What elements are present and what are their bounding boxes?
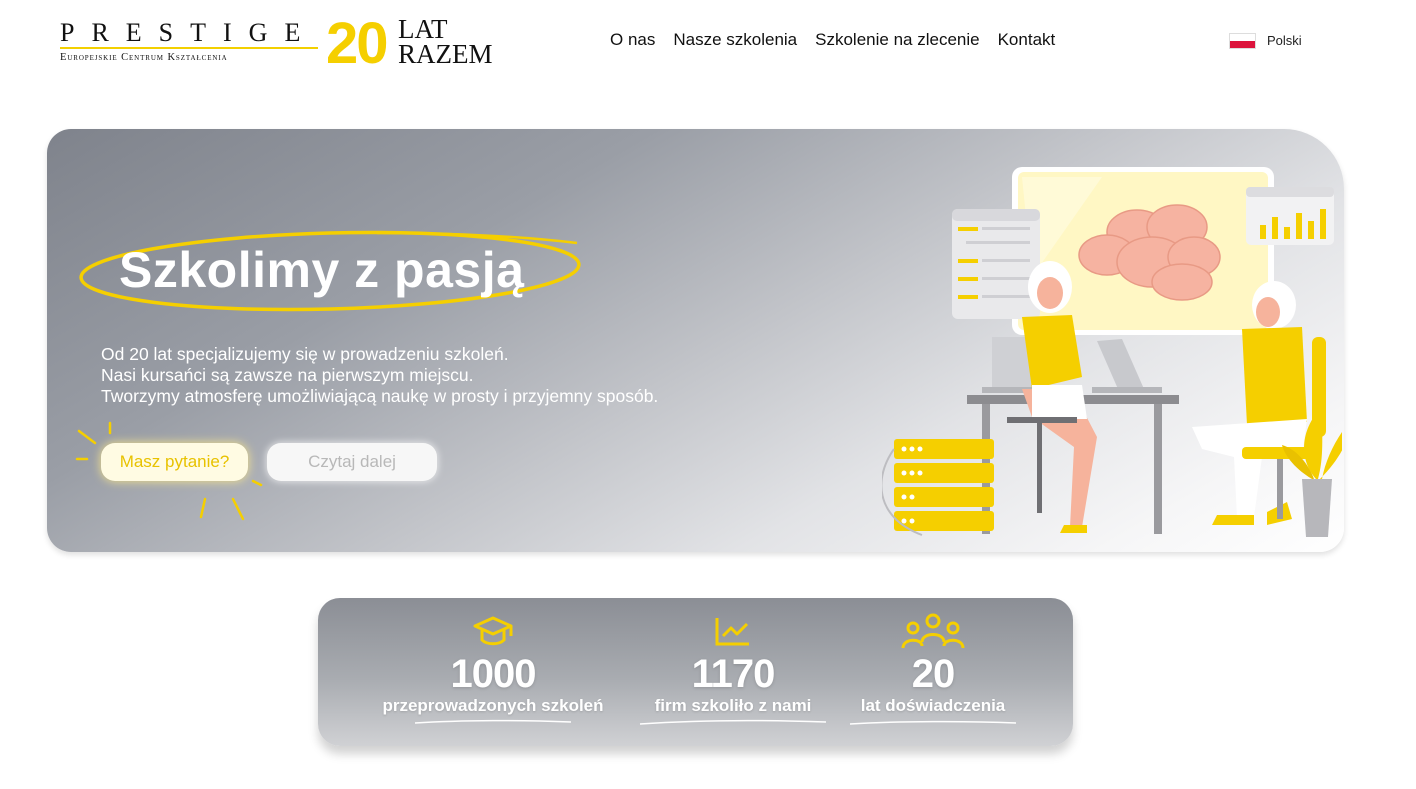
logo-divider bbox=[60, 47, 318, 49]
graduation-cap-icon bbox=[473, 616, 513, 646]
hero-description-line: Tworzymy atmosferę umożliwiającą naukę w… bbox=[101, 386, 659, 406]
underline-decoration bbox=[639, 719, 827, 725]
stat-value: 1170 bbox=[691, 652, 776, 696]
hero-description-line: Od 20 lat specjalizujemy się w prowadzen… bbox=[101, 344, 509, 364]
logo-brand: PRESTIGE bbox=[60, 18, 318, 47]
nav-trainings[interactable]: Nasze szkolenia bbox=[673, 30, 797, 50]
stat-label: firm szkoliło z nami bbox=[654, 696, 812, 715]
nav-contact[interactable]: Kontakt bbox=[998, 30, 1056, 50]
stat-value: 20 bbox=[911, 652, 956, 696]
main-nav: O nas Nasze szkolenia Szkolenie na zlece… bbox=[610, 30, 1055, 50]
read-more-button[interactable]: Czytaj dalej bbox=[267, 443, 437, 481]
nav-custom-training[interactable]: Szkolenie na zlecenie bbox=[815, 30, 979, 50]
hero-banner: Szkolimy z pasją Od 20 lat specjalizujem… bbox=[47, 129, 1344, 552]
nav-about[interactable]: O nas bbox=[610, 30, 655, 50]
poland-flag-icon bbox=[1230, 33, 1255, 48]
logo-anniversary-text: LAT RAZEM bbox=[398, 16, 493, 69]
stat-trainings: 1000 przeprowadzonych szkoleń bbox=[373, 612, 613, 726]
language-switcher[interactable]: Polski bbox=[1230, 33, 1302, 48]
hero-description-line: Nasi kursańci są zawsze na pierwszym mie… bbox=[101, 365, 474, 385]
logo-anniversary-line2: RAZEM bbox=[398, 39, 493, 69]
stats-panel: 1000 przeprowadzonych szkoleń 1170 firm … bbox=[318, 598, 1073, 746]
ask-question-button[interactable]: Masz pytanie? bbox=[101, 443, 248, 481]
underline-decoration bbox=[414, 719, 572, 724]
language-label: Polski bbox=[1267, 33, 1302, 48]
underline-decoration bbox=[849, 720, 1017, 725]
hero-description: Od 20 lat specjalizujemy się w prowadzen… bbox=[101, 344, 658, 407]
stat-value: 1000 bbox=[450, 652, 537, 696]
logo-anniversary-number: 20 bbox=[326, 11, 388, 76]
stat-label: przeprowadzonych szkoleń bbox=[382, 696, 604, 715]
group-icon bbox=[901, 613, 965, 649]
site-logo[interactable]: PRESTIGE Europejskie Centrum Kształcenia… bbox=[60, 11, 500, 76]
stat-companies: 1170 firm szkoliło z nami bbox=[623, 612, 843, 726]
stat-experience: 20 lat doświadczenia bbox=[838, 612, 1028, 728]
stat-label: lat doświadczenia bbox=[860, 696, 1006, 715]
logo-subtitle: Europejskie Centrum Kształcenia bbox=[60, 52, 228, 63]
chart-line-icon bbox=[715, 618, 749, 646]
office-training-illustration bbox=[882, 167, 1342, 537]
hero-title: Szkolimy z pasją bbox=[119, 242, 525, 298]
